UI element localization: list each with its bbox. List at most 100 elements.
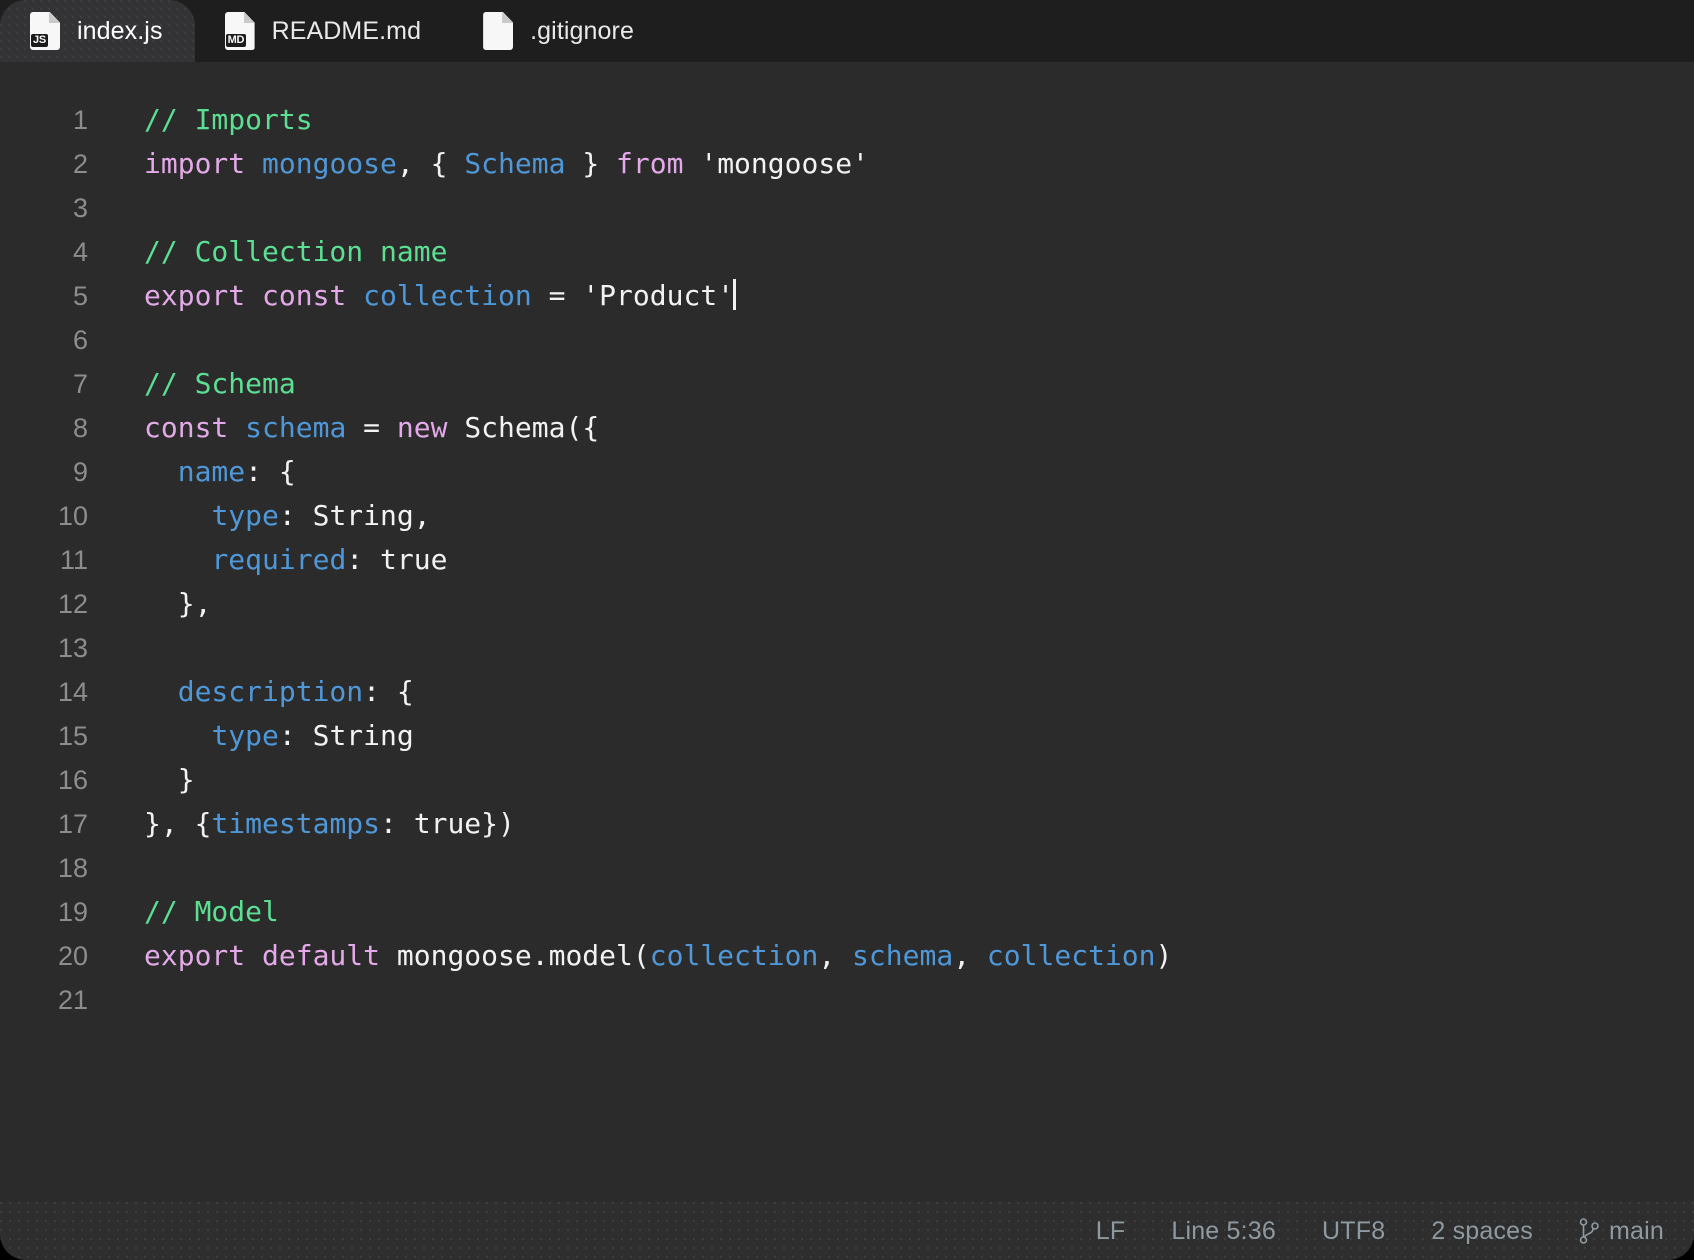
- code-token: const: [144, 411, 246, 444]
- line-text[interactable]: description: {: [95, 670, 1694, 714]
- code-line[interactable]: 4 // Collection name: [0, 230, 1694, 274]
- code-line[interactable]: 19 // Model: [0, 890, 1694, 934]
- line-text[interactable]: },: [95, 582, 1694, 626]
- code-token: schema: [852, 939, 954, 972]
- code-line[interactable]: 14 description: {: [0, 670, 1694, 714]
- line-text[interactable]: type: String: [95, 714, 1694, 758]
- code-token: name: [177, 455, 246, 488]
- code-line[interactable]: 21: [0, 978, 1694, 1022]
- code-line[interactable]: 6: [0, 318, 1694, 362]
- line-number: 13: [57, 633, 88, 663]
- line-text[interactable]: import mongoose, { Schema } from 'mongoo…: [95, 142, 1694, 186]
- code-line[interactable]: 7 // Schema: [0, 362, 1694, 406]
- code-line[interactable]: 15 type: String: [0, 714, 1694, 758]
- code-line[interactable]: 10 type: String,: [0, 494, 1694, 538]
- code-line[interactable]: 3: [0, 186, 1694, 230]
- line-text[interactable]: name: {: [95, 450, 1694, 494]
- code-line[interactable]: 20 export default mongoose.model(collecti…: [0, 934, 1694, 978]
- code-line[interactable]: 18: [0, 846, 1694, 890]
- code-line[interactable]: 13: [0, 626, 1694, 670]
- line-number: 15: [57, 721, 88, 751]
- status-indentation-label: 2 spaces: [1431, 1216, 1533, 1245]
- code-token: : true: [346, 543, 448, 576]
- status-cursor-position[interactable]: Line 5:36: [1171, 1217, 1276, 1246]
- code-line[interactable]: 1 // Imports: [0, 98, 1694, 142]
- code-token: : {: [245, 455, 296, 488]
- line-text[interactable]: }, {timestamps: true}): [95, 802, 1694, 846]
- line-text[interactable]: // Model: [95, 890, 1694, 934]
- line-number: 6: [72, 325, 88, 355]
- status-encoding[interactable]: UTF8: [1322, 1217, 1385, 1246]
- code-token: mongoose: [262, 147, 397, 180]
- code-editor-window: JS index.js MD README.md .gitignore 1 // Impo…: [0, 0, 1694, 1260]
- git-branch-icon: [1579, 1218, 1600, 1244]
- tab-gitignore[interactable]: .gitignore: [453, 0, 666, 62]
- code-token: ): [1155, 939, 1173, 972]
- code-token: : true}): [380, 807, 515, 840]
- line-number: 18: [57, 853, 88, 883]
- line-number: 2: [72, 149, 88, 179]
- line-text[interactable]: export default mongoose.model(collection…: [95, 934, 1694, 978]
- line-text[interactable]: const schema = new Schema({: [95, 406, 1694, 450]
- line-number: 8: [72, 413, 88, 443]
- line-text[interactable]: // Collection name: [95, 230, 1694, 274]
- line-text[interactable]: type: String,: [95, 494, 1694, 538]
- status-branch-label: main: [1609, 1216, 1664, 1245]
- line-number: 5: [72, 281, 88, 311]
- status-line-ending[interactable]: LF: [1096, 1217, 1126, 1246]
- code-line[interactable]: 16 }: [0, 758, 1694, 802]
- code-token: // Model: [144, 895, 279, 928]
- status-indentation[interactable]: 2 spaces: [1431, 1217, 1533, 1246]
- line-text[interactable]: }: [95, 758, 1694, 802]
- code-line[interactable]: 11 required: true: [0, 538, 1694, 582]
- line-number: 16: [57, 765, 88, 795]
- line-text[interactable]: required: true: [95, 538, 1694, 582]
- code-token: =: [346, 411, 397, 444]
- code-token: schema: [245, 411, 347, 444]
- code-token: export default: [144, 939, 397, 972]
- markdown-file-icon: MD: [224, 12, 255, 50]
- code-token: new: [396, 411, 465, 444]
- code-token: Schema({: [464, 411, 600, 444]
- code-token: collection: [363, 279, 532, 312]
- editor-pane[interactable]: 1 // Imports 2 import mongoose, { Schema } …: [0, 62, 1694, 1202]
- code-token: timestamps: [211, 807, 381, 840]
- code-line[interactable]: 8 const schema = new Schema({: [0, 406, 1694, 450]
- code-token: // Imports: [144, 103, 313, 136]
- line-text[interactable]: // Schema: [95, 362, 1694, 406]
- code-token: }, {: [144, 807, 212, 840]
- code-line[interactable]: 5 export const collection = 'Product': [0, 274, 1694, 318]
- code-content[interactable]: 1 // Imports 2 import mongoose, { Schema } …: [0, 62, 1694, 1022]
- code-token: export const: [144, 279, 364, 312]
- code-token: ,: [818, 939, 853, 972]
- code-token: },: [144, 587, 212, 620]
- code-token: Schema: [464, 147, 566, 180]
- plain-file-icon: [483, 12, 514, 50]
- tab-index-js[interactable]: JS index.js: [0, 0, 195, 62]
- line-number: 17: [57, 809, 88, 839]
- code-token: , {: [396, 147, 465, 180]
- tab-label: README.md: [271, 16, 422, 45]
- js-file-icon: JS: [30, 12, 60, 50]
- line-text[interactable]: export const collection = 'Product': [95, 274, 1694, 318]
- code-line[interactable]: 2 import mongoose, { Schema } from 'mongo…: [0, 142, 1694, 186]
- status-branch[interactable]: main: [1579, 1217, 1664, 1246]
- code-line[interactable]: 9 name: {: [0, 450, 1694, 494]
- status-line-ending-label: LF: [1095, 1216, 1126, 1245]
- code-token: from: [616, 147, 701, 180]
- line-number: 7: [72, 369, 88, 399]
- line-number: 10: [57, 501, 88, 531]
- code-token: // Collection name: [144, 235, 448, 268]
- line-number: 14: [57, 677, 88, 707]
- code-token: description: [177, 675, 364, 708]
- status-bar: LF Line 5:36 UTF8 2 spaces main: [0, 1202, 1694, 1260]
- code-token: ,: [953, 939, 987, 972]
- tab-readme-md[interactable]: MD README.md: [195, 0, 454, 62]
- code-line[interactable]: 12 },: [0, 582, 1694, 626]
- code-line[interactable]: 17}, {timestamps: true}): [0, 802, 1694, 846]
- line-text[interactable]: // Imports: [95, 98, 1694, 142]
